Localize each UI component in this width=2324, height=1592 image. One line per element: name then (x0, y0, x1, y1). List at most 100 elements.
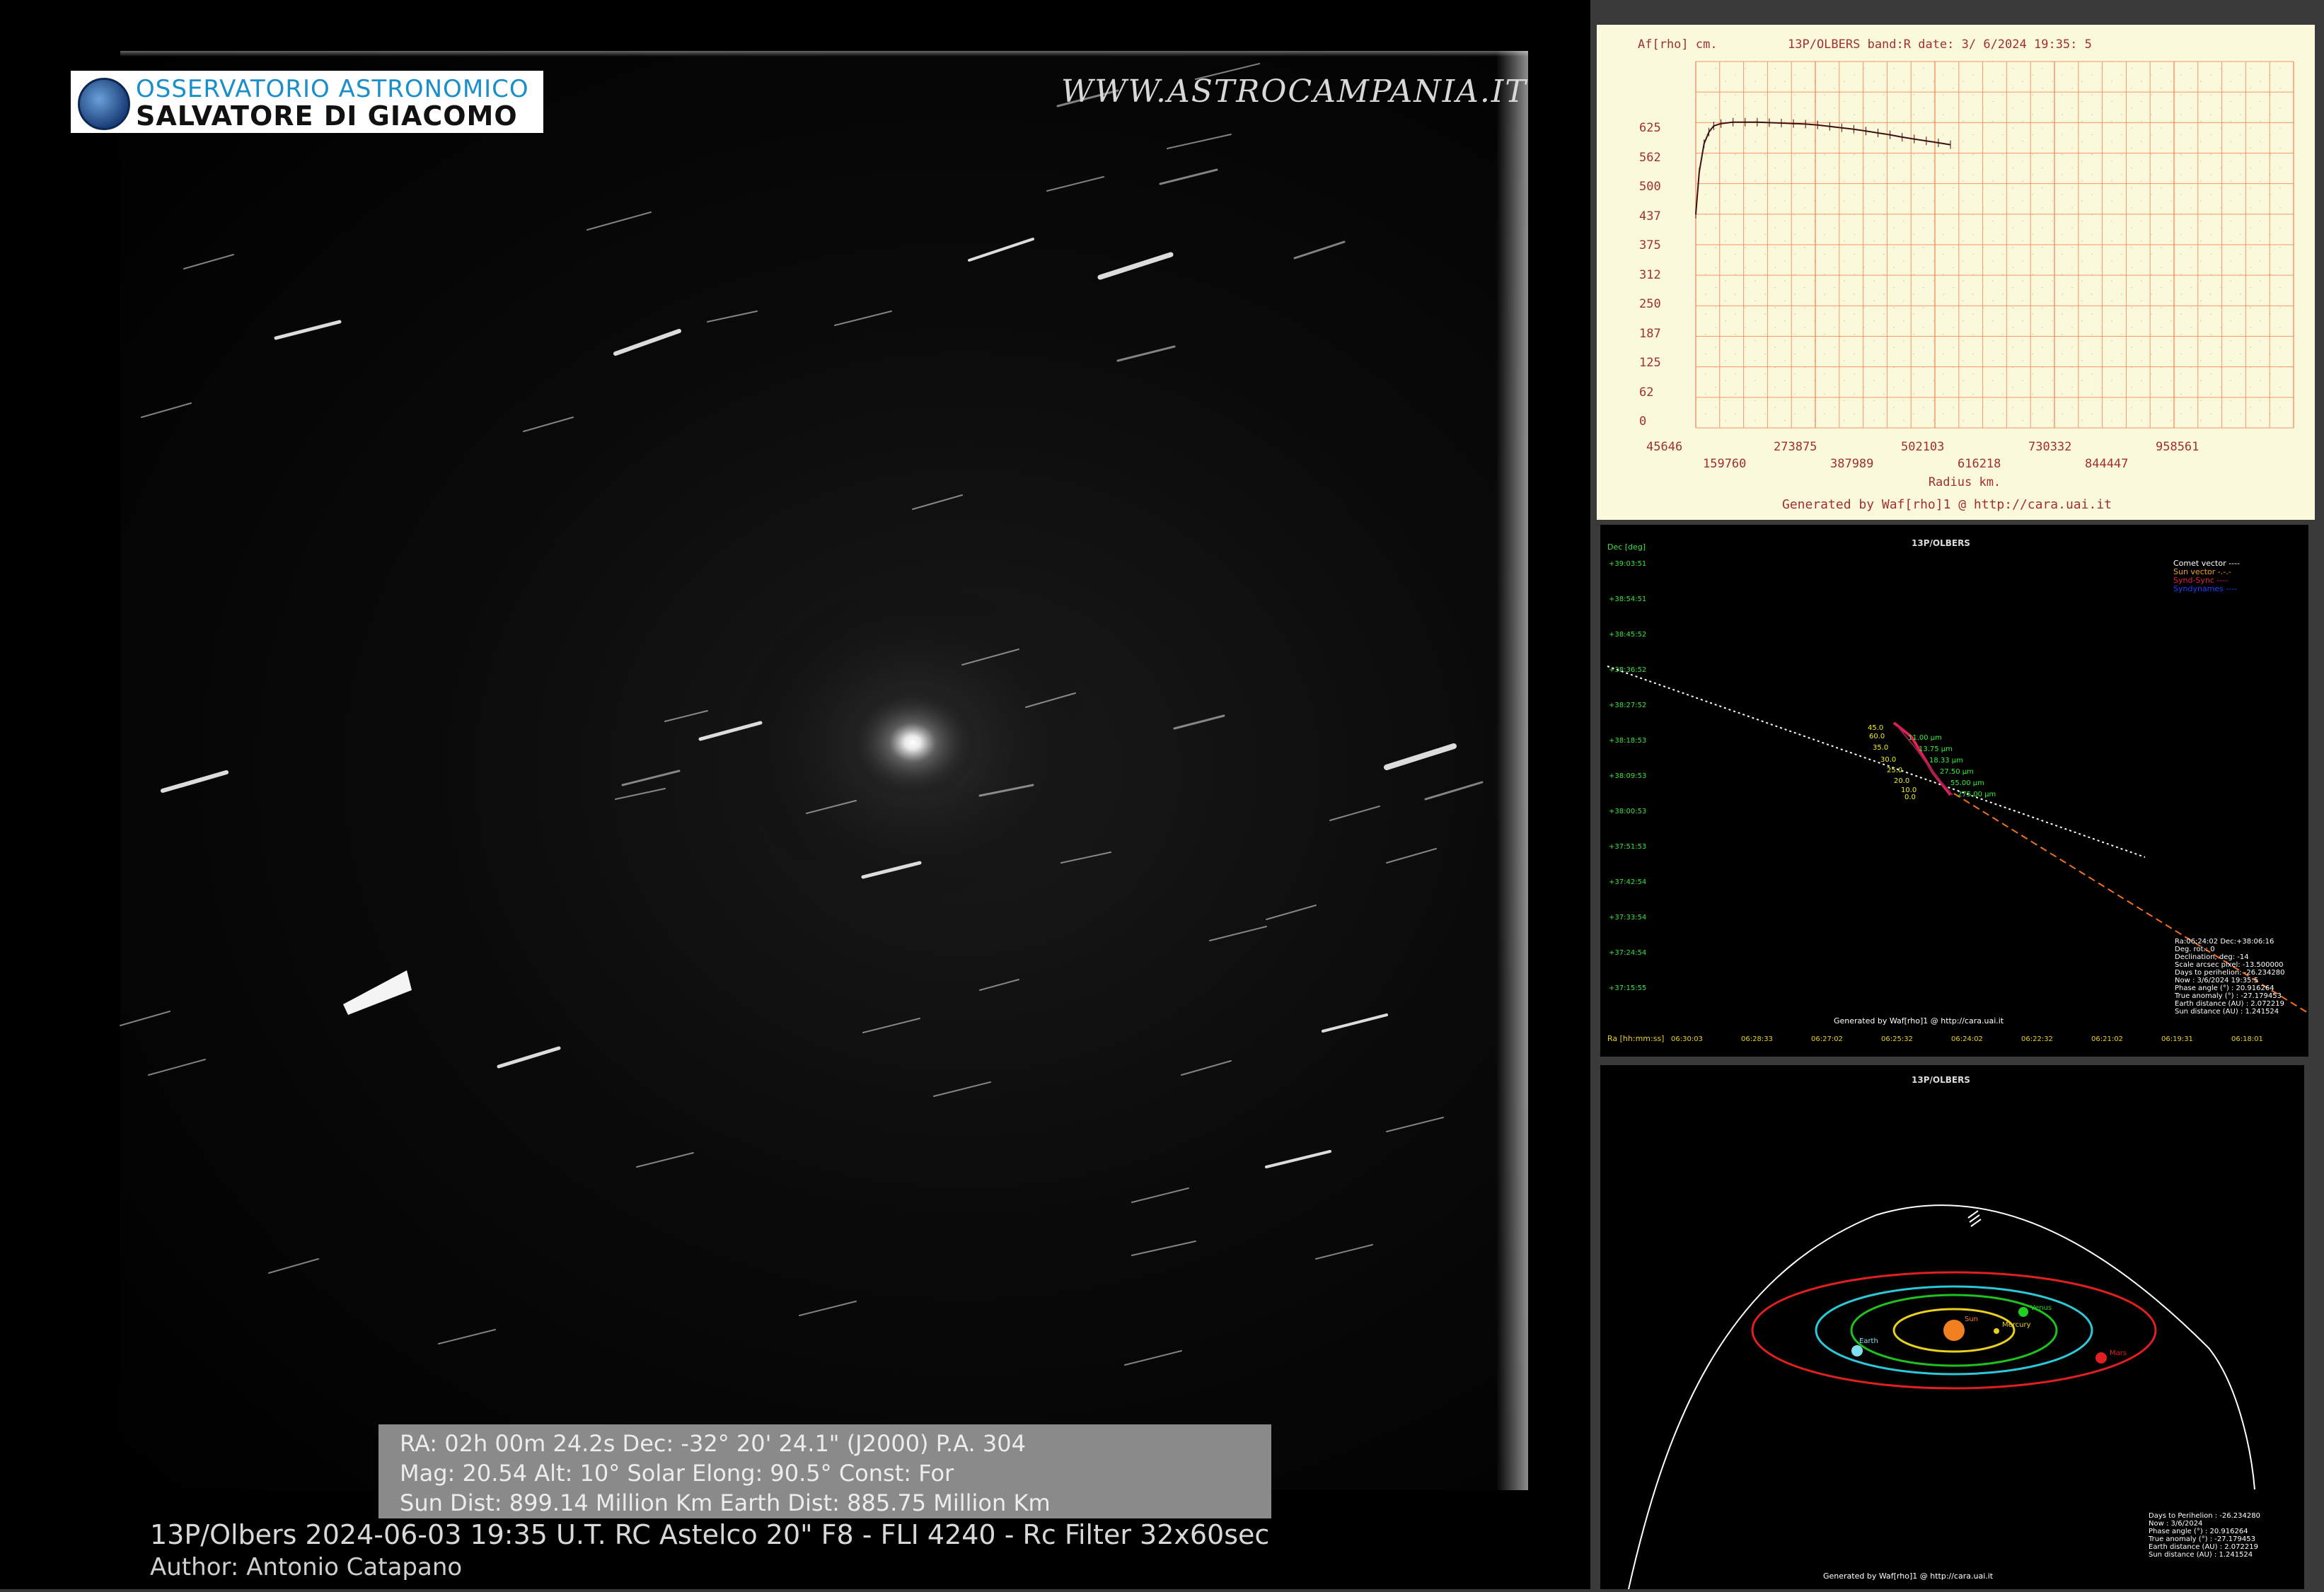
afrho-xtick: 502103 (1901, 440, 1944, 454)
legend-syndynames: Syndynames ---- (2173, 584, 2237, 593)
ra-tick: 06:25:32 (1881, 1035, 1913, 1043)
trajectory-param: Days to perihelion: -26.234280 (2175, 969, 2284, 977)
afrho-ytick: 375 (1639, 238, 1661, 252)
ra-tick: 06:30:03 (1671, 1035, 1703, 1043)
afrho-ytick: 312 (1639, 268, 1661, 282)
trajectory-legend: Comet vector ---- Sun vector -.-.- Synd-… (2173, 559, 2240, 593)
trajectory-param: True anomaly (°) : -27.179453 (2174, 992, 2282, 1000)
afrho-ytick: 500 (1639, 180, 1661, 194)
afrho-xtick: 730332 (2028, 440, 2071, 454)
orbit-param: Phase angle (°) : 20.916264 (2149, 1528, 2248, 1535)
afrho-ytick: 125 (1639, 356, 1661, 370)
afrho-ytick: 562 (1639, 151, 1661, 165)
particle-size-labels: 11.00 µm 13.75 µm 18.33 µm 27.50 µm 55.00 µm… (1908, 734, 1996, 798)
ra-tick: 06:19:31 (2161, 1035, 2193, 1043)
planet-label-sun: Sun (1965, 1315, 1978, 1323)
syndyne-label: 45.0 (1868, 724, 1883, 732)
planet-label-mercury: Mercury (2002, 1321, 2031, 1329)
afrho-xtick: 273875 (1774, 440, 1817, 454)
dec-axis-label: Dec [deg] (1607, 542, 1646, 552)
trajectory-chart: 13P/OLBERS Dec [deg] +39:03:51 +38:54:51 +… (1607, 538, 2308, 1043)
ra-tick: 06:27:02 (1811, 1035, 1843, 1043)
afrho-ytick: 437 (1639, 209, 1661, 223)
orbit-parameters: Days to Perihelion : -26.234280Now : 3/6… (2148, 1512, 2260, 1559)
afrho-xtick: 45646 (1646, 440, 1682, 454)
dec-tick: +37:51:53 (1609, 843, 1646, 851)
size-label: 18.33 µm (1929, 757, 1963, 765)
dec-tick: +38:45:52 (1609, 631, 1646, 639)
syndyne-label: 0.0 (1904, 794, 1916, 801)
orbit-title: 13P/OLBERS (1912, 1075, 1970, 1085)
planet-label-venus: Venus (2030, 1304, 2052, 1312)
trajectory-panel: 13P/OLBERS Dec [deg] +39:03:51 +38:54:51 +… (1600, 525, 2308, 1057)
syndyne-label: 30.0 (1880, 756, 1896, 764)
afrho-curve (1695, 121, 1951, 214)
orbit-param: Earth distance (AU) : 2.072219 (2149, 1543, 2258, 1551)
size-label: 27.50 µm (1940, 768, 1974, 776)
dec-tick: +38:18:53 (1609, 737, 1646, 745)
afrho-ylabel: Af[rho] cm. (1638, 37, 1718, 52)
afrho-ytick: 62 (1639, 385, 1653, 400)
planet-label-mars: Mars (2110, 1349, 2127, 1357)
orbit-diagram: 13P/OLBERS Sun Mercury Venus Earth Mars … (1628, 1075, 2260, 1590)
afrho-ytick: 0 (1639, 414, 1646, 429)
afrho-xtick: 616218 (1958, 457, 2001, 471)
afrho-footer: Generated by Waf[rho]1 @ http://cara.uai… (1782, 497, 2112, 512)
trajectory-param: Phase angle (°) : 20.916264 (2175, 984, 2274, 992)
orbit-param: Now : 3/6/2024 (2149, 1520, 2202, 1528)
syndyne-label: 60.0 (1869, 733, 1885, 740)
dec-tick: +38:09:53 (1609, 772, 1646, 780)
earth-icon (1851, 1345, 1863, 1356)
afrho-ytick: 187 (1639, 327, 1661, 341)
info-line2: Mag: 20.54 Alt: 10° Solar Elong: 90.5° C… (400, 1460, 954, 1487)
afrho-xlabel: Radius km. (1929, 475, 2001, 489)
size-label: 275.00 µm (1958, 791, 1996, 798)
comet-image-panel: OSSERVATORIO ASTRONOMICO SALVATORE DI GI… (0, 0, 1590, 1589)
ra-tick: 06:21:02 (2091, 1035, 2123, 1043)
syndyne-label: 25.0 (1887, 767, 1902, 774)
telescope-icon (78, 78, 130, 130)
afrho-xtick: 844447 (2085, 457, 2128, 471)
afrho-chart-panel: Af[rho] cm. 13P/OLBERS band:R date: 3/ 6… (1597, 25, 2315, 520)
dec-tick: +37:15:55 (1609, 984, 1646, 992)
trajectory-param: Declination, deg: -14 (2175, 953, 2249, 961)
dec-tick: +37:33:54 (1609, 914, 1646, 922)
syndyne-label: 35.0 (1873, 744, 1888, 752)
logo-line2: SALVATORE DI GIACOMO (136, 100, 518, 132)
orbit-arrow-icon (1967, 1210, 1982, 1227)
dec-tick: +38:27:52 (1609, 702, 1646, 709)
image-caption: 13P/Olbers 2024-06-03 19:35 U.T. RC Aste… (150, 1519, 1270, 1550)
observatory-logo: OSSERVATORIO ASTRONOMICO SALVATORE DI GI… (71, 71, 543, 133)
dec-tick: +38:00:53 (1609, 808, 1646, 815)
star-field (120, 63, 1484, 1366)
dec-tick: +37:24:54 (1609, 949, 1646, 957)
trajectory-param: Deg. rot.: 0 (2175, 946, 2215, 953)
ra-tick: 06:18:01 (2231, 1035, 2263, 1043)
orbit-param: Sun distance (AU) : 1.241524 (2149, 1551, 2253, 1559)
coordinates-box: RA: 02h 00m 24.2s Dec: -32° 20' 24.1" (J… (378, 1424, 1271, 1518)
info-line1: RA: 02h 00m 24.2s Dec: -32° 20' 24.1" (J… (400, 1430, 1026, 1457)
dec-tick: +38:54:51 (1609, 595, 1646, 603)
satellite-streak (343, 970, 412, 1015)
trajectory-param: Earth distance (AU) : 2.072219 (2175, 1000, 2284, 1008)
size-label: 13.75 µm (1919, 745, 1953, 753)
mercury-icon (1994, 1328, 1999, 1334)
ra-tick: 06:28:33 (1741, 1035, 1773, 1043)
size-label: 55.00 µm (1950, 779, 1984, 787)
ra-axis-label: Ra [hh:mm:ss] (1607, 1034, 1664, 1043)
planet-label-earth: Earth (1859, 1337, 1878, 1345)
ra-tick: 06:24:02 (1951, 1035, 1983, 1043)
trajectory-footer: Generated by Waf[rho]1 @ http://cara.uai… (1834, 1016, 2004, 1025)
info-line3: Sun Dist: 899.14 Million Km Earth Dist: … (400, 1489, 1051, 1516)
venus-icon (2018, 1307, 2028, 1317)
orbit-param: Days to Perihelion : -26.234280 (2149, 1512, 2260, 1520)
website-watermark: WWW.ASTROCAMPANIA.IT (1061, 74, 1527, 110)
trajectory-title: 13P/OLBERS (1912, 538, 1970, 548)
size-label: 11.00 µm (1908, 734, 1942, 742)
mars-icon (2095, 1352, 2107, 1364)
trajectory-param: Ra:06:24:02 Dec:+38:06:16 (2175, 938, 2274, 946)
afrho-ytick: 625 (1639, 121, 1661, 135)
trajectory-param: Now : 3/6/2024 19:35:5 (2175, 977, 2258, 984)
afrho-header: 13P/OLBERS band:R date: 3/ 6/2024 19:35:… (1788, 37, 2092, 52)
trajectory-parameters: Ra:06:24:02 Dec:+38:06:16Deg. rot.: 0Dec… (2174, 938, 2284, 1016)
